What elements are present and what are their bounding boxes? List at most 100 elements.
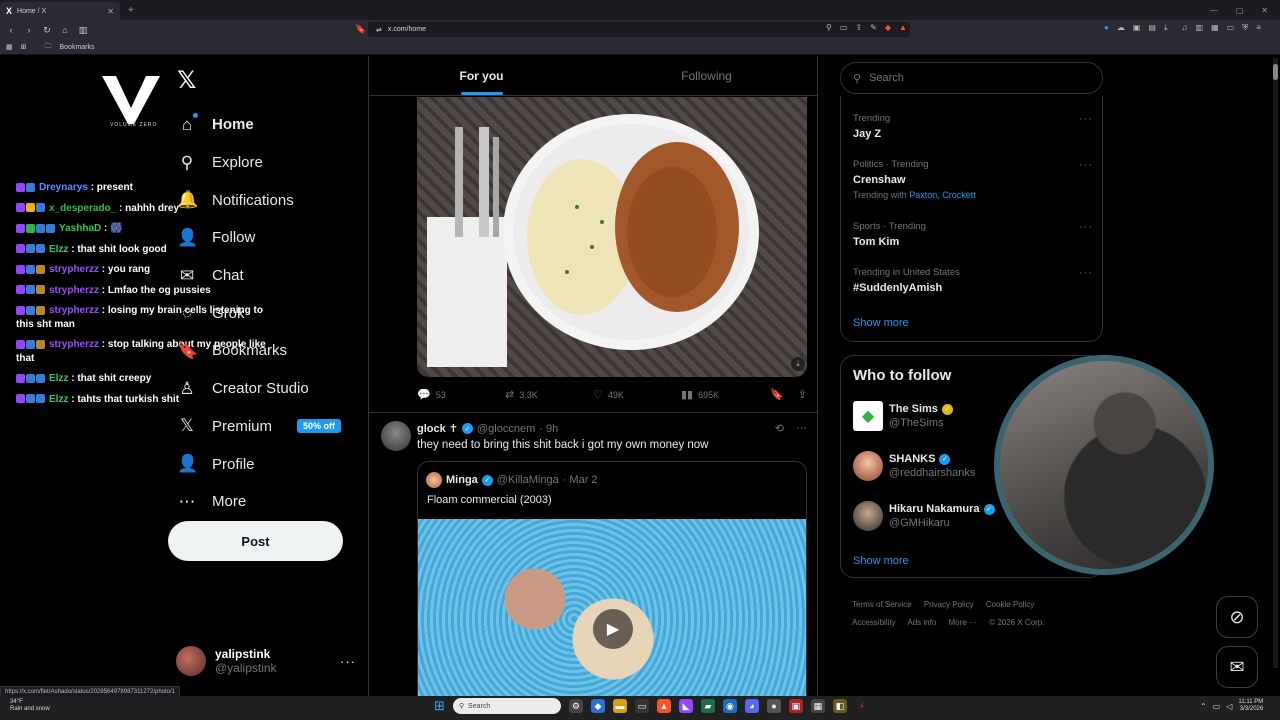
app-icon[interactable]: ◧ [832, 699, 847, 713]
share-icon[interactable]: ⇪ [798, 388, 807, 401]
chat-username[interactable]: strypherzz [49, 305, 99, 316]
twitch-icon[interactable]: ◣ [678, 699, 693, 713]
scrollbar-thumb[interactable] [1273, 64, 1278, 80]
bookmark-page-icon[interactable]: 🔖 [355, 24, 366, 35]
play-icon[interactable]: ▶ [593, 609, 633, 649]
network-icon[interactable]: ▭ [1213, 702, 1221, 711]
tweet-author-handle[interactable]: @gloccnem [477, 423, 535, 435]
avatar[interactable] [381, 421, 411, 451]
like-button[interactable]: ♡ 49K [593, 388, 681, 401]
chat-username[interactable]: YashhaD [59, 223, 101, 234]
footer-link-cookies[interactable]: Cookie Policy [986, 600, 1034, 609]
app-icon[interactable]: ◆ [590, 699, 605, 713]
close-tab-icon[interactable]: ✕ [107, 7, 114, 16]
split-icon[interactable]: ▦ [1211, 23, 1219, 33]
sidebar-icon[interactable]: ▥ [78, 25, 88, 36]
tray-chevron-icon[interactable]: ⌃ [1200, 702, 1207, 711]
footer-link-privacy[interactable]: Privacy Policy [924, 600, 974, 609]
download-icon[interactable]: ⤓ [791, 357, 805, 371]
app-icon[interactable]: ◉ [722, 699, 737, 713]
footer-link-terms[interactable]: Terms of Service [852, 600, 912, 609]
maximize-icon[interactable]: ▢ [1236, 6, 1244, 15]
grid-icon[interactable]: ⊞ [21, 43, 27, 51]
post-button[interactable]: Post [168, 521, 343, 561]
chat-username[interactable]: Dreynarys [39, 182, 88, 193]
chat-username[interactable]: strypherzz [49, 339, 99, 350]
chat-username[interactable]: x_desperado_ [49, 203, 116, 214]
grok-floating-button[interactable]: ⊘ [1216, 596, 1258, 638]
nav-item-bookmarks[interactable]: 🔖 Bookmarks [177, 332, 341, 370]
sidebar-toggle-icon[interactable]: ▥ [1196, 23, 1204, 33]
cast-icon[interactable]: ▭ [840, 23, 848, 32]
trend-item[interactable]: Trending Jay Z ··· [853, 113, 1093, 140]
trend-item[interactable]: Trending in United States #SuddenlyAmish… [853, 267, 1093, 294]
terminal-icon[interactable]: ▰ [700, 699, 715, 713]
download-icon[interactable]: ⤓ [1164, 23, 1168, 33]
trend-item[interactable]: Sports · Trending Tom Kim ··· [853, 221, 1093, 248]
nav-item-explore[interactable]: ⚲ Explore [177, 144, 341, 182]
tweet-author-name[interactable]: glock ✝ [417, 422, 458, 435]
nav-item-chat[interactable]: ✉ Chat [177, 257, 341, 295]
chat-username[interactable]: Elzz [49, 394, 68, 405]
chat-username[interactable]: strypherzz [49, 264, 99, 275]
repost-button[interactable]: ⇄ 3.3K [505, 388, 593, 401]
bookmark-icon[interactable]: 🔖 [770, 388, 784, 401]
quoted-tweet[interactable]: Minga ✓ @KillaMinga · Mar 2 Floam commer… [417, 461, 807, 696]
bookmarks-folder[interactable]: Bookmarks [60, 44, 95, 51]
trends-show-more-link[interactable]: Show more [853, 317, 909, 329]
trend-related-links[interactable]: Paxton, Crockett [909, 190, 976, 200]
nav-item-notifications[interactable]: 🔔 Notifications [177, 181, 341, 219]
minimize-icon[interactable]: — [1210, 6, 1218, 15]
weather-widget[interactable]: 34°F Rain and snow [10, 699, 50, 713]
brave-shield-icon[interactable]: ◆ [885, 23, 891, 32]
forward-icon[interactable]: › [24, 25, 34, 35]
account-switcher[interactable]: yalipstink @yalipstink ··· [176, 646, 356, 676]
views-button[interactable]: ▮▮ 695K [681, 388, 769, 401]
trend-item[interactable]: Politics · Trending Crenshaw Trending wi… [853, 159, 1093, 200]
grok-icon[interactable]: ⟲ [775, 422, 784, 435]
windows-start-icon[interactable]: ⊞ [434, 698, 445, 714]
extension-icon[interactable]: ● [1104, 23, 1109, 33]
wallet-icon[interactable]: ▭ [1227, 23, 1235, 33]
apps-icon[interactable]: ▦ [6, 43, 13, 51]
post-photo[interactable]: ⤓ [417, 97, 807, 377]
nav-item-creator-studio[interactable]: ♙ Creator Studio [177, 370, 341, 408]
more-options-icon[interactable]: ··· [1079, 267, 1093, 279]
chat-extension-icon[interactable]: ☁ [1117, 23, 1125, 33]
discord-icon[interactable]: ◕ [744, 699, 759, 713]
app-icon[interactable]: ▣ [788, 699, 803, 713]
taskbar-search[interactable]: ⚲ Search [452, 698, 561, 714]
app-icon[interactable]: ▦ [810, 699, 825, 713]
more-options-icon[interactable]: ··· [1079, 159, 1093, 171]
settings-icon[interactable]: ⚙ [568, 699, 583, 713]
app-icon[interactable]: ▭ [634, 699, 649, 713]
more-options-icon[interactable]: ··· [1079, 221, 1093, 233]
x-logo-icon[interactable]: 𝕏 [177, 66, 196, 95]
nav-item-home[interactable]: ⌂ Home [177, 106, 341, 144]
reply-button[interactable]: 💬 53 [417, 388, 505, 401]
menu-icon[interactable]: ≡ [1256, 23, 1261, 33]
volume-icon[interactable]: ◁ [1226, 702, 1232, 711]
nav-item-more[interactable]: ⋯ More [177, 483, 341, 521]
footer-link-ads-info[interactable]: Ads info [907, 618, 936, 627]
brave-rewards-icon[interactable]: ▲ [899, 23, 907, 32]
quote-video[interactable]: ▶ [418, 519, 806, 696]
more-options-icon[interactable]: ··· [796, 422, 807, 435]
page-scrollbar[interactable] [1273, 58, 1278, 668]
media-icon[interactable]: ♫ [1182, 23, 1188, 33]
footer-link-more[interactable]: More ··· [949, 618, 977, 627]
chat-username[interactable]: strypherzz [49, 285, 99, 296]
reload-icon[interactable]: ↻ [42, 25, 52, 36]
back-icon[interactable]: ‹ [6, 25, 16, 35]
messages-floating-button[interactable]: ✉ [1216, 646, 1258, 688]
tab-following[interactable]: Following [594, 56, 817, 95]
footer-link-accessibility[interactable]: Accessibility [852, 618, 896, 627]
brave-browser-icon[interactable]: ▲ [656, 699, 671, 713]
chat-username[interactable]: Elzz [49, 244, 68, 255]
nav-item-profile[interactable]: 👤 Profile [177, 445, 341, 483]
zoom-icon[interactable]: ⚲ [826, 23, 832, 32]
app-icon[interactable]: ⚡ [854, 699, 869, 713]
account-more-icon[interactable]: ··· [340, 654, 356, 669]
nav-item-premium[interactable]: 𝕏 Premium 50% off [177, 408, 342, 446]
file-explorer-icon[interactable]: ▬ [612, 699, 627, 713]
